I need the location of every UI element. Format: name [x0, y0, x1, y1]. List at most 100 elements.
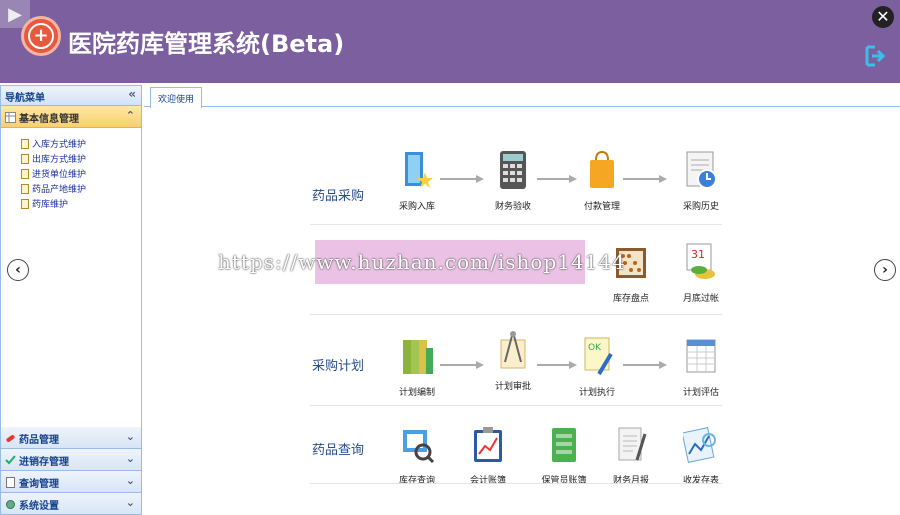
node-inout-report[interactable]: 收发存表	[671, 424, 731, 486]
svg-text:OK: OK	[588, 343, 602, 353]
report-pen-icon	[618, 427, 647, 461]
line-chart-clipboard-icon	[474, 427, 502, 462]
node-plan-evaluate[interactable]: 计划评估	[671, 336, 731, 398]
node-finance-monthly[interactable]: 财务月报	[601, 424, 661, 486]
node-keeper-ledger[interactable]: 保管员账簿	[534, 424, 594, 486]
node-label: 会计账簿	[469, 476, 506, 486]
node-label: 库存查询	[398, 476, 435, 486]
logout-icon[interactable]	[864, 44, 886, 68]
section-label: 基本信息管理	[19, 114, 79, 125]
app-header: ▶ + 医院药库管理系统(Beta) ✕	[0, 0, 900, 83]
close-icon[interactable]: ✕	[872, 6, 894, 28]
tree-item-warehouse[interactable]: 药库维护	[21, 196, 141, 211]
search-chart-icon	[403, 430, 435, 464]
section-query[interactable]: 查询管理 ⌄	[1, 471, 141, 493]
flow-arrow	[537, 361, 577, 369]
section-inventory[interactable]: 进销存管理 ⌄	[1, 449, 141, 471]
watermark-text: https://www.huzhan.com/ishop14144	[218, 250, 626, 274]
chart-magnifier-icon	[681, 427, 716, 463]
node-label: 收发存表	[682, 476, 719, 486]
pill-icon	[6, 435, 15, 442]
gear-icon	[6, 500, 15, 509]
node-label: 财务验收	[494, 202, 531, 212]
section-basic-info[interactable]: 基本信息管理 ⌃	[1, 106, 141, 128]
tree-item-label: 出库方式维护	[32, 155, 87, 165]
sidebar-title: 导航菜单	[5, 93, 45, 104]
document-icon	[21, 183, 29, 194]
chevron-down-icon[interactable]: ⌄	[126, 474, 135, 487]
node-month-end[interactable]: 31 月底过帐	[671, 242, 731, 304]
section-label: 查询管理	[19, 479, 59, 490]
node-label: 库存盘点	[612, 294, 649, 304]
section-label: 系统设置	[19, 501, 59, 512]
ok-checklist-icon: OK	[584, 337, 613, 376]
flow-arrow	[537, 175, 577, 183]
node-label: 采购历史	[682, 202, 719, 212]
hospital-logo-icon: +	[21, 16, 61, 56]
flow-arrow	[440, 361, 484, 369]
collapse-sidebar-icon[interactable]: «	[128, 87, 136, 101]
row-label-drug-purchase: 药品采购	[312, 189, 365, 204]
shopping-bag-icon	[590, 150, 614, 188]
checklist-icon	[5, 455, 16, 465]
tree-item-supplier[interactable]: 进货单位维护	[21, 166, 141, 181]
chevron-up-icon[interactable]: ⌃	[126, 109, 135, 122]
tree-item-inbound-method[interactable]: 入库方式维护	[21, 136, 141, 151]
node-label: 采购入库	[398, 202, 435, 212]
section-label: 进销存管理	[19, 457, 69, 468]
flow-arrow	[623, 361, 667, 369]
node-accounting-ledger[interactable]: 会计账簿	[458, 424, 518, 486]
calendar-clock-icon	[686, 151, 717, 189]
section-drug-management[interactable]: 药品管理 ⌄	[1, 427, 141, 449]
section-label: 药品管理	[19, 435, 59, 446]
separator	[310, 405, 722, 406]
node-purchase-history[interactable]: 采购历史	[671, 150, 731, 212]
binders-icon	[403, 340, 433, 374]
door-star-icon	[405, 152, 433, 188]
calendar-coins-icon: 31	[686, 243, 715, 279]
svg-text:31: 31	[691, 248, 705, 261]
node-label: 月底过帐	[682, 294, 719, 304]
document-icon	[21, 198, 29, 209]
node-label: 计划编制	[398, 388, 435, 398]
document-icon	[6, 477, 15, 488]
document-icon	[21, 138, 29, 149]
table-icon	[5, 112, 16, 123]
tree-item-origin[interactable]: 药品产地维护	[21, 181, 141, 196]
node-plan-compile[interactable]: 计划编制	[387, 336, 447, 398]
row-label-purchase-plan: 采购计划	[312, 359, 365, 374]
calculator-icon	[500, 151, 526, 189]
node-label: 财务月报	[612, 476, 649, 486]
tree-item-outbound-method[interactable]: 出库方式维护	[21, 151, 141, 166]
tab-welcome[interactable]: 欢迎使用	[150, 87, 203, 108]
node-label: 计划执行	[578, 388, 615, 398]
node-plan-approve[interactable]: 计划审批	[483, 330, 543, 392]
node-label: 计划评估	[682, 388, 719, 398]
node-finance-check[interactable]: 财务验收	[483, 150, 543, 212]
chevron-down-icon[interactable]: ⌄	[126, 496, 135, 509]
node-stock-query[interactable]: 库存查询	[387, 424, 447, 486]
separator	[310, 314, 722, 315]
node-label: 付款管理	[583, 202, 620, 212]
node-label: 计划审批	[494, 382, 531, 392]
spreadsheet-icon	[686, 339, 716, 373]
chevron-down-icon[interactable]: ⌄	[126, 452, 135, 465]
tree-item-label: 药库维护	[32, 200, 69, 210]
node-purchase-inbound[interactable]: 采购入库	[387, 150, 447, 212]
document-icon	[21, 168, 29, 179]
tree-item-label: 药品产地维护	[32, 185, 87, 195]
flow-arrow	[623, 175, 667, 183]
section-settings[interactable]: 系统设置 ⌄	[1, 493, 141, 515]
chevron-right-icon[interactable]: ›	[874, 259, 896, 281]
separator	[310, 224, 722, 225]
notebook-icon	[552, 428, 576, 462]
flow-arrow	[440, 175, 484, 183]
node-label: 保管员账簿	[541, 476, 587, 486]
chevron-left-icon[interactable]: ‹	[7, 259, 29, 281]
sidebar-header: 导航菜单 «	[1, 86, 141, 106]
chevron-down-icon[interactable]: ⌄	[126, 430, 135, 443]
tree-item-label: 入库方式维护	[32, 140, 87, 150]
sidebar: 导航菜单 « 基本信息管理 ⌃ 入库方式维护 出库方式维护 进货单位维护 药品产…	[0, 85, 142, 515]
row-label-drug-query: 药品查询	[312, 443, 365, 458]
compass-drafting-icon	[500, 331, 526, 369]
